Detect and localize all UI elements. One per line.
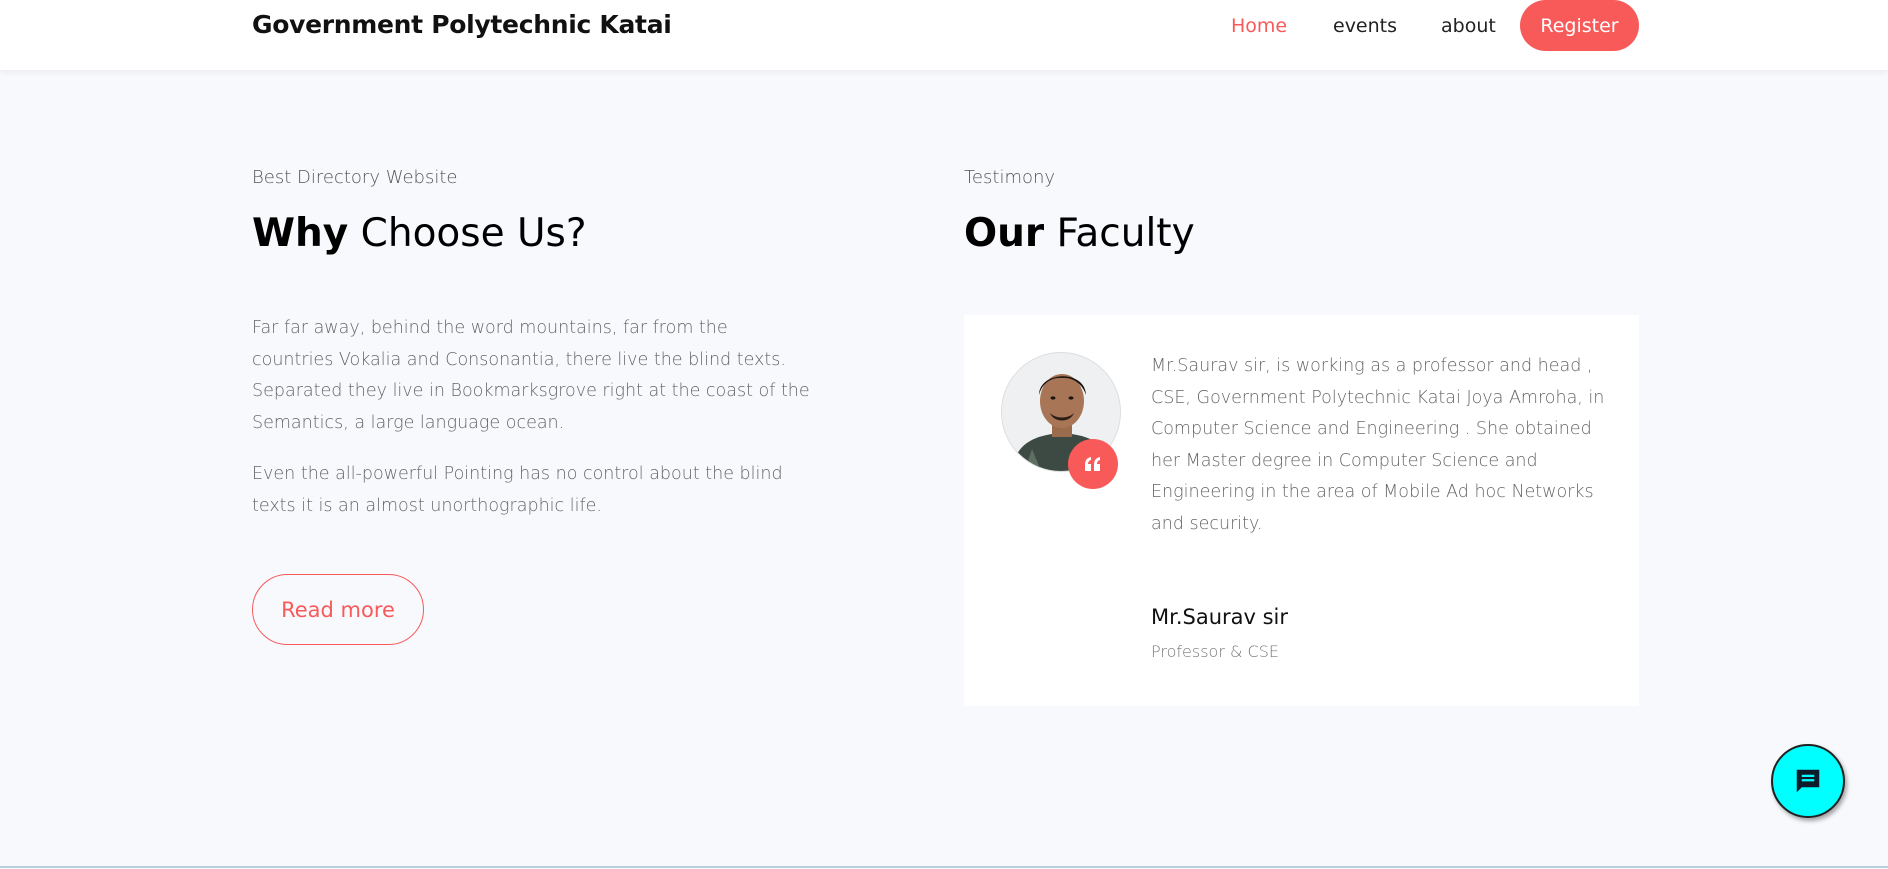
faculty-role: Professor & CSE <box>1151 642 1279 661</box>
faculty-card: Mr.Saurav sir, is working as a professor… <box>964 315 1639 706</box>
faculty-heading: Our Faculty <box>964 211 1195 256</box>
faculty-avatar-wrap <box>1001 352 1121 489</box>
why-paragraph-1: Far far away, behind the word mountains,… <box>252 318 810 433</box>
faculty-name: Mr.Saurav sir <box>1151 605 1289 629</box>
why-heading-rest: Choose Us? <box>348 211 587 256</box>
why-paragraph-2: Even the all-powerful Pointing has no co… <box>252 464 783 516</box>
why-heading-bold: Why <box>252 211 349 256</box>
chat-icon <box>1796 769 1820 793</box>
why-heading: Why Choose Us? <box>252 211 587 256</box>
nav-link-about[interactable]: about <box>1441 15 1496 37</box>
nav-link-home[interactable]: Home <box>1231 15 1287 37</box>
navbar: Government Polytechnic Katai Home events… <box>0 0 1888 70</box>
faculty-heading-bold: Our <box>964 211 1045 256</box>
testimony-text: Mr.Saurav sir, is working as a professor… <box>1151 356 1605 534</box>
nav-link-events[interactable]: events <box>1333 15 1397 37</box>
register-button[interactable]: Register <box>1520 0 1639 51</box>
footer-divider <box>0 866 1888 868</box>
testimony-subheading: Testimony <box>964 167 1056 188</box>
faculty-heading-rest: Faculty <box>1044 211 1195 256</box>
site-brand[interactable]: Government Polytechnic Katai <box>252 10 672 39</box>
chat-button[interactable] <box>1771 744 1845 818</box>
read-more-button[interactable]: Read more <box>252 574 424 645</box>
why-subheading: Best Directory Website <box>252 167 458 188</box>
quote-icon <box>1068 439 1118 489</box>
